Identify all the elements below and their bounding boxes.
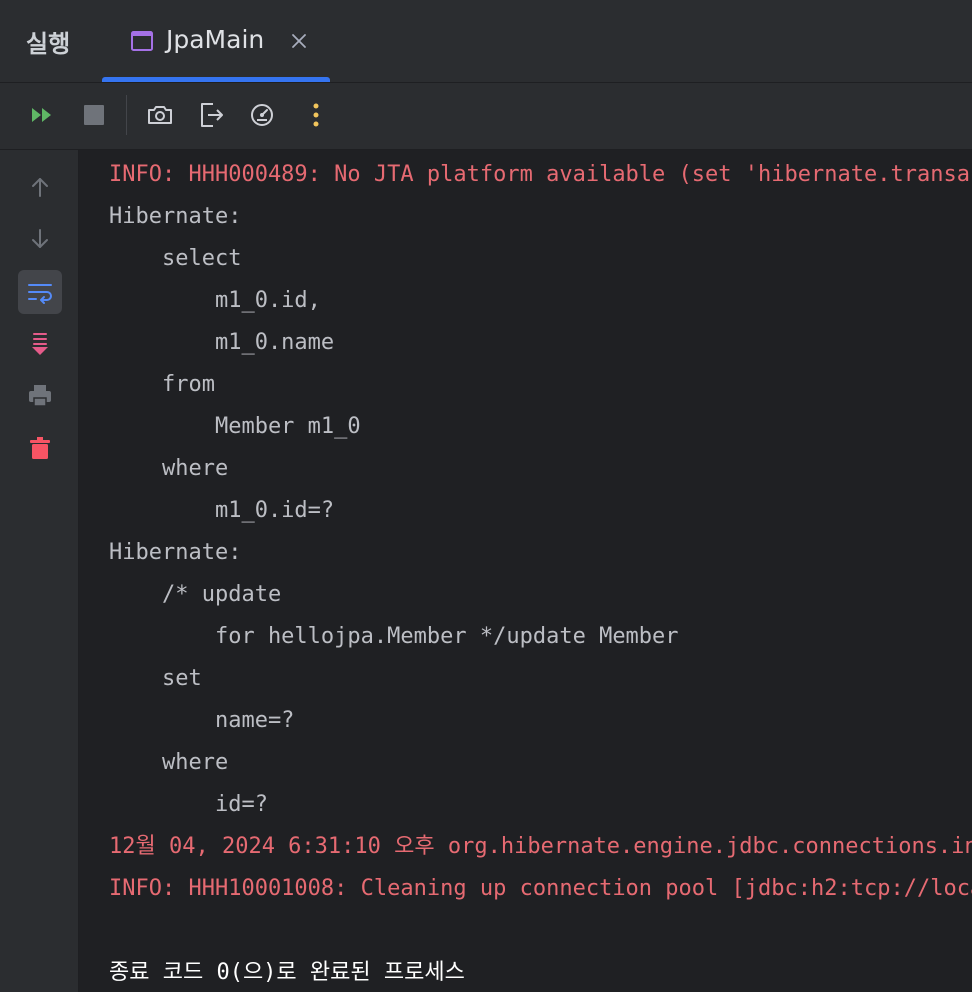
console-line: set xyxy=(109,666,202,691)
camera-icon xyxy=(148,106,172,124)
console-line: INFO: HHH10001008: Cleaning up connectio… xyxy=(109,876,972,901)
run-tool-window: 실행 JpaMain INFO: HHH000489: No JTA platf… xyxy=(0,0,972,992)
console-line: Hibernate: xyxy=(109,540,242,565)
rerun-button[interactable] xyxy=(24,97,60,133)
console-line: where xyxy=(109,750,229,775)
tab-label: JpaMain xyxy=(166,25,265,54)
clear-all-button[interactable] xyxy=(18,426,62,470)
dump-threads-button[interactable] xyxy=(142,97,178,133)
next-occurrence-button[interactable] xyxy=(18,217,62,261)
more-options-button[interactable] xyxy=(298,97,334,133)
arrow-up-icon xyxy=(32,178,48,197)
stop-button[interactable] xyxy=(76,97,112,133)
console-line: select xyxy=(109,246,242,271)
scroll-to-end-icon xyxy=(32,333,48,355)
console-line: m1_0.id=? xyxy=(109,498,335,523)
console-line: where xyxy=(109,456,229,481)
profiler-button[interactable] xyxy=(244,97,280,133)
console-line: m1_0.id, xyxy=(109,288,321,313)
stop-icon xyxy=(84,105,104,125)
console-line: name=? xyxy=(109,708,295,733)
run-toolbar xyxy=(0,83,972,149)
console-line: m1_0.name xyxy=(109,330,335,355)
trash-icon xyxy=(30,437,50,459)
soft-wrap-icon xyxy=(28,284,52,304)
console-line: INFO: HHH000489: No JTA platform availab… xyxy=(109,162,972,187)
console-line: 종료 코드 0(으)로 완료된 프로세스 xyxy=(109,960,465,985)
console-lines: INFO: HHH000489: No JTA platform availab… xyxy=(109,154,972,992)
console-line: from xyxy=(109,372,215,397)
rerun-icon xyxy=(32,108,51,122)
previous-occurrence-button[interactable] xyxy=(18,165,62,209)
exit-icon xyxy=(201,103,223,127)
console-output[interactable]: INFO: HHH000489: No JTA platform availab… xyxy=(79,150,972,992)
application-window-icon xyxy=(131,31,153,51)
console-line: id=? xyxy=(109,792,268,817)
tab-jpamain[interactable]: JpaMain xyxy=(102,0,330,82)
profiler-icon xyxy=(251,104,273,126)
soft-wrap-button[interactable] xyxy=(18,270,62,314)
arrow-down-icon xyxy=(32,229,48,248)
console-gutter xyxy=(0,150,78,992)
tool-window-header: 실행 JpaMain xyxy=(0,0,972,82)
console-line: for hellojpa.Member */update Member xyxy=(109,624,679,649)
console-line: Hibernate: xyxy=(109,204,242,229)
close-icon[interactable] xyxy=(288,30,310,52)
tool-window-title: 실행 xyxy=(26,30,71,58)
console-line: /* update xyxy=(109,582,282,607)
print-button[interactable] xyxy=(18,374,62,418)
console-line: 12월 04, 2024 6:31:10 오후 org.hibernate.en… xyxy=(109,834,972,859)
scroll-to-end-button[interactable] xyxy=(18,322,62,366)
exit-button[interactable] xyxy=(194,97,230,133)
console-line: Member m1_0 xyxy=(109,414,361,439)
toolbar-separator xyxy=(126,95,127,135)
more-vertical-icon xyxy=(313,103,319,127)
print-icon xyxy=(29,385,51,407)
